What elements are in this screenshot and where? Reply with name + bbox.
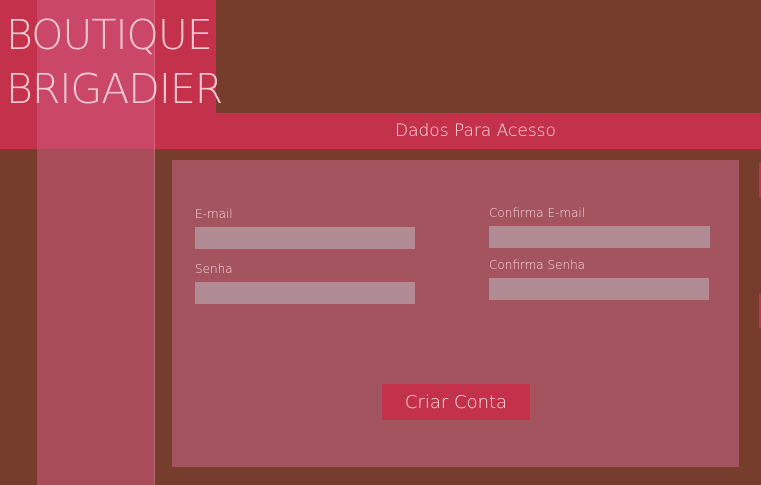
email-field-group: E-mail [195, 207, 415, 249]
confirm-email-field-group: Confirma E-mail [489, 206, 710, 248]
password-label: Senha [195, 262, 233, 276]
password-field-group: Senha [195, 262, 415, 304]
email-input[interactable] [195, 227, 415, 249]
account-form-panel: E-mail Senha Confirma E-mail Confirma Se… [172, 160, 739, 467]
password-input[interactable] [195, 282, 415, 304]
confirm-password-label: Confirma Senha [489, 258, 586, 272]
section-title: Dados Para Acesso [395, 121, 556, 141]
email-label: E-mail [195, 207, 233, 221]
confirm-password-input[interactable] [489, 278, 709, 300]
brand-line-1: BOUTIQUE [6, 11, 213, 59]
confirm-email-input[interactable] [489, 226, 710, 248]
brand-logo-text: BOUTIQUE BRIGADIER [6, 8, 223, 116]
brand-line-2: BRIGADIER [6, 65, 223, 113]
confirm-email-label: Confirma E-mail [489, 206, 586, 220]
confirm-password-field-group: Confirma Senha [489, 258, 709, 300]
create-account-button[interactable]: Criar Conta [382, 384, 530, 420]
